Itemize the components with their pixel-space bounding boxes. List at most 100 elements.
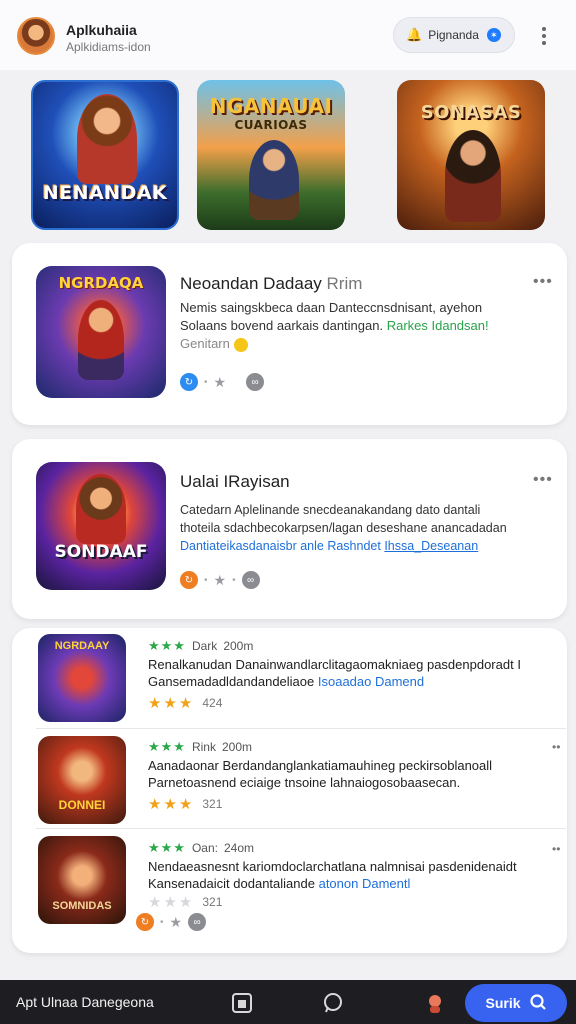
card-title: Neoandan Dadaay Rrim xyxy=(180,274,362,294)
share-icon[interactable]: ↻ xyxy=(180,373,198,391)
search-cta-button[interactable]: Surik xyxy=(465,984,567,1022)
hero-card-2[interactable]: NGANAUAI CUARIOAS xyxy=(197,80,345,230)
rating-line: ★★★ 424 xyxy=(148,694,222,712)
desc-link[interactable]: Ihssa_Deseanan xyxy=(384,539,478,553)
desc-line: Renalkanudan Danainwandlarclitagaomaknia… xyxy=(148,657,521,672)
avatar[interactable] xyxy=(17,17,55,55)
desc-link[interactable]: Dantiateikasdanaisbr anle xyxy=(180,539,324,553)
size-label: 200m xyxy=(221,740,253,754)
list-description: Renalkanudan Danainwandlarclitagaomaknia… xyxy=(148,656,548,690)
list-thumbnail[interactable]: NGRDAAY xyxy=(38,634,126,722)
share-icon[interactable]: ↻ xyxy=(180,571,198,589)
messenger-icon: ✶ xyxy=(486,28,501,42)
list-thumbnail[interactable]: DONNEI xyxy=(38,736,126,824)
desc-link[interactable]: Isoaadao Damend xyxy=(318,674,424,689)
rank-line: ★★★ Dark 200m xyxy=(148,638,253,654)
list-thumbnail[interactable]: SOMNIDAS xyxy=(38,836,126,924)
hero-card-1[interactable]: NENANDAK xyxy=(31,80,179,230)
more-options-icon[interactable]: •• xyxy=(552,740,560,754)
rank-stars-icon: ★★★ xyxy=(148,638,186,653)
app-header: Aplkuhaiia Aplkidiams-idon 🔔 Pignanda ✶ xyxy=(0,0,576,70)
divider xyxy=(36,728,566,729)
size-label: 24om xyxy=(223,841,255,855)
action-icons: ↻ • ★ ∞ xyxy=(180,373,265,391)
rating-stars-icon: ★★★ xyxy=(148,796,195,813)
thumbnail-art-text: DONNEI xyxy=(58,798,106,812)
action-icons: ↻ • ★ ∞ xyxy=(136,913,207,931)
card-title-suffix: Rrim xyxy=(326,274,363,293)
thumbnail-art-text: SONDAAF xyxy=(54,542,148,562)
rating-line: ★★★ 321 xyxy=(148,795,222,813)
character-icon[interactable] xyxy=(424,992,446,1014)
card-description: Nemis saingskbeca daan Danteccnsdnisant,… xyxy=(180,299,550,353)
star-icon[interactable]: ★ xyxy=(214,572,227,589)
card-title-text: Neoandan Dadaay xyxy=(180,274,322,293)
more-options-icon[interactable]: •• xyxy=(552,842,560,856)
list-description: Nendaeasnesnt kariomdoclarchatlana nalmn… xyxy=(148,858,548,892)
desc-link[interactable]: Rarkes Idandsan! xyxy=(387,318,489,333)
rating-value: 424 xyxy=(202,696,223,710)
link-icon[interactable]: ∞ xyxy=(241,571,260,589)
rating-stars-icon: ★★★ xyxy=(148,695,195,712)
rating-value: 321 xyxy=(202,797,223,811)
rank-label: Oan: xyxy=(191,841,218,855)
featured-card[interactable]: SONDAAF Ualai IRayisan Catedarn Aplelina… xyxy=(12,439,567,619)
warrior-figure-art xyxy=(249,140,299,220)
rank-stars-icon: ★★★ xyxy=(148,739,186,754)
desc-line: thoteila sdachbecokarpsen/lagan deseshan… xyxy=(180,521,507,535)
more-options-icon[interactable]: ••• xyxy=(533,273,553,291)
desc-line: Gansemadadldandandeliaoe Isoaadao Damend xyxy=(148,673,548,690)
featured-card[interactable]: NGRDAQA Neoandan Dadaay Rrim Nemis saing… xyxy=(12,243,567,425)
rank-line: ★★★ Rink 200m xyxy=(148,739,252,755)
cowboy-figure-art xyxy=(77,94,137,184)
chat-icon[interactable] xyxy=(321,992,343,1014)
search-label: Pignanda xyxy=(428,28,479,42)
kebab-menu-icon[interactable] xyxy=(536,24,552,48)
desc-line: Genitarn xyxy=(180,335,550,353)
game-thumbnail[interactable]: NGRDAQA xyxy=(36,266,166,398)
bottom-label: Apt Ulnaa Danegeona xyxy=(16,994,154,1010)
rank-stars-icon: ★★★ xyxy=(148,840,186,855)
hero-art-text: NGANAUAI xyxy=(209,94,333,118)
desc-text: Kansenadaicit dodantaliande xyxy=(148,876,315,891)
bell-icon: 🔔 xyxy=(406,27,423,42)
search-button[interactable]: 🔔 Pignanda ✶ xyxy=(393,17,515,53)
card-title: Ualai IRayisan xyxy=(180,472,290,491)
desc-text: Gansemadadldandandeliaoe xyxy=(148,674,315,689)
card-description: Catedarn Aplelinande snecdeanakandang da… xyxy=(180,501,550,555)
action-icons: ↻ • ★ • ∞ xyxy=(180,571,260,589)
more-options-icon[interactable]: ••• xyxy=(533,471,553,489)
separator-dot: • xyxy=(204,574,208,586)
desc-link[interactable]: Rashndet xyxy=(327,539,381,553)
separator-dot: • xyxy=(232,574,236,586)
search-icon xyxy=(529,993,547,1014)
cowboy-figure-art xyxy=(76,474,126,544)
star-icon[interactable]: ★ xyxy=(214,374,227,391)
list-description: Aanadaonar Berdandanglankatiamauhineg pe… xyxy=(148,757,548,791)
game-thumbnail[interactable]: SONDAAF xyxy=(36,462,166,590)
emoji-icon xyxy=(233,337,248,352)
desc-line: Kansenadaicit dodantaliande atonon Damen… xyxy=(148,875,548,892)
rank-label: Rink xyxy=(191,740,216,754)
desc-line: Dantiateikasdanaisbr anle Rashndet Ihssa… xyxy=(180,537,550,555)
link-icon[interactable]: ∞ xyxy=(188,913,207,931)
size-label: 200m xyxy=(223,639,254,653)
hero-figure-art xyxy=(78,300,124,380)
star-icon[interactable]: ★ xyxy=(170,914,183,931)
desc-link[interactable]: atonon Damentl xyxy=(319,876,411,891)
link-icon[interactable]: ∞ xyxy=(246,373,265,391)
separator-dot: • xyxy=(204,376,208,388)
share-icon[interactable]: ↻ xyxy=(136,913,154,931)
gallery-icon[interactable] xyxy=(231,992,253,1014)
desc-line: Nemis saingskbeca daan Danteccnsdnisant,… xyxy=(180,300,483,315)
cta-label: Surik xyxy=(485,995,521,1011)
rank-label: Dark xyxy=(191,639,218,653)
desc-text: Solaans bovend aarkais dantingan. xyxy=(180,318,384,333)
hero-card-3[interactable]: SONASAS xyxy=(397,80,545,230)
hero-art-text: SONASAS xyxy=(420,102,522,123)
separator-dot: • xyxy=(160,916,164,928)
app-title: Aplkuhaiia xyxy=(66,22,137,38)
divider xyxy=(36,828,566,829)
desc-line: Parnetoasnend eciaige tnsoine lahnaiogos… xyxy=(148,775,461,790)
rank-line: ★★★ Oan: 24om xyxy=(148,840,254,856)
